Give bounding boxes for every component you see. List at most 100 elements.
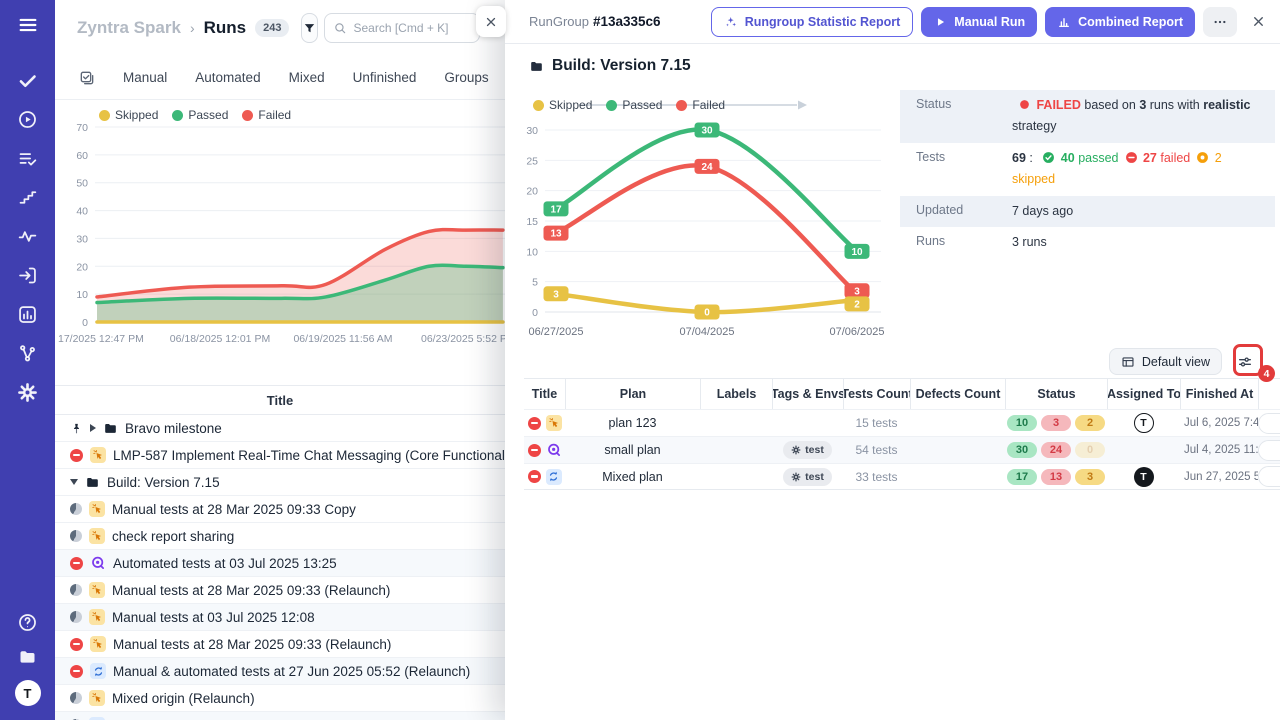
partial-status-icon [70,530,82,542]
legend-item-skipped: Skipped [533,98,592,112]
combined-report-button[interactable]: Combined Report [1045,7,1195,37]
sidebar-item-activity[interactable] [8,217,48,256]
sliders-icon [1237,354,1253,370]
column-header-assigned-to[interactable]: Assigned To [1107,379,1180,409]
row-actions-button[interactable] [1258,440,1280,461]
run-list-item[interactable]: Manual & automated tests at 27 Jun 2025 … [55,658,505,685]
sidebar-item-help-circle[interactable] [8,612,48,633]
rungroup-title: RunGroup#13a335c6 [529,14,661,29]
runs-count-badge: 243 [255,19,289,37]
partial-status-icon [70,611,82,623]
table-row[interactable]: Mixed plantest33 tests17133TJun 27, 2025… [524,463,1280,490]
detail-row-tests: Tests69 : 40 passed 27 failed 2 skipped [900,143,1275,196]
sidebar-item-branch[interactable] [8,334,48,373]
status-pill: 2 [1075,415,1105,431]
tab-manual[interactable]: Manual [123,70,167,85]
partial-status-icon [70,584,82,596]
select-all-icon[interactable] [79,70,95,86]
column-header-plan[interactable]: Plan [565,379,700,409]
run-list-item[interactable]: Manual tests at 28 Mar 2025 09:33 (Relau… [55,577,505,604]
partial-status-icon [70,692,82,704]
column-header-finished-at[interactable]: Finished At [1180,379,1258,409]
menu-button[interactable] [17,14,39,39]
failed-status-icon [70,557,83,570]
sidebar-item-steps[interactable] [8,178,48,217]
search-icon [333,21,347,35]
legend-dot [606,100,617,111]
sidebar-item-check[interactable] [8,61,48,100]
run-list-item[interactable]: Manual tests at 03 Jul 2025 12:08 [55,604,505,631]
sidebar-item-gear[interactable] [8,373,48,412]
drawer-close-x-button[interactable] [1251,14,1266,29]
caret-right-icon[interactable] [90,424,96,432]
gear-icon [17,382,38,403]
tag-pill: test [783,441,832,459]
search-box[interactable] [324,13,480,43]
caret-down-icon[interactable] [70,479,78,485]
sidebar-item-bar-chart[interactable] [8,295,48,334]
detail-label: Updated [900,202,1012,221]
tab-automated[interactable]: Automated [195,70,260,85]
column-header-tags-envs[interactable]: Tags & Envs [772,379,843,409]
status-pill: 30 [1007,442,1037,458]
tests-count-cell: 54 tests [843,443,910,457]
column-header-labels[interactable]: Labels [700,379,772,409]
column-header-tests-count[interactable]: Tests Count [843,379,910,409]
rungroup-statistic-report-button[interactable]: Rungroup Statistic Report [711,7,914,37]
svg-text:06/19/2025 11:56 AM: 06/19/2025 11:56 AM [293,333,392,345]
status-pill: 10 [1007,415,1037,431]
row-actions-button[interactable] [1258,413,1280,434]
breadcrumb-separator: › [190,20,195,36]
run-list-item[interactable]: check report sharing [55,523,505,550]
run-list-item[interactable]: Manual tests at 28 Mar 2025 09:33 Copy [55,496,505,523]
sidebar-item-play-circle[interactable] [8,100,48,139]
status-pill: 24 [1041,442,1071,458]
run-list-item[interactable]: Mixed origin (Relaunch) [55,685,505,712]
breadcrumb-page: Runs [204,18,247,38]
tab-mixed[interactable]: Mixed [289,70,325,85]
runs-tabs: ManualAutomatedMixedUnfinishedGroupstest… [55,56,525,100]
sidebar-item-import[interactable] [8,256,48,295]
failed-status-icon [528,444,541,457]
runs-header: Zyntra Spark › Runs 243 [55,0,505,56]
tab-unfinished[interactable]: Unfinished [353,70,417,85]
column-header-title[interactable]: Title [524,379,565,409]
user-avatar[interactable]: T [15,680,41,706]
column-header-status[interactable]: Status [1005,379,1107,409]
run-list-item[interactable] [55,712,505,720]
dot-red-icon [1018,98,1031,117]
drawer-close-button[interactable] [476,6,506,37]
svg-text:3: 3 [553,289,559,300]
run-list-item[interactable]: Automated tests at 03 Jul 2025 13:25 [55,550,505,577]
manual-run-icon [89,609,105,625]
run-list-item[interactable]: Bravo milestone [55,415,505,442]
tab-groups[interactable]: Groups [444,70,488,85]
table-row[interactable]: plan 12315 tests1032TJul 6, 2025 7:40 [524,409,1280,436]
legend-item-failed: Failed [242,108,291,122]
runs-table-header: TitlePlanLabelsTags & EnvsTests CountDef… [524,379,1280,409]
run-list-item[interactable]: LMP-587 Implement Real-Time Chat Messagi… [55,442,505,469]
table-row[interactable]: small plantest54 tests30240Jul 4, 2025 1… [524,436,1280,463]
run-list-item[interactable]: Build: Version 7.15 [55,469,505,496]
manual-run-button[interactable]: Manual Run [921,7,1037,37]
play-icon [933,15,947,29]
sidebar-item-folders[interactable] [8,646,48,667]
sidebar-item-list-check[interactable] [8,139,48,178]
svg-text:17/2025 12:47 PM: 17/2025 12:47 PM [58,333,144,345]
detail-label: Tests [900,149,1012,190]
run-list-item[interactable]: Manual tests at 28 Mar 2025 09:33 (Relau… [55,631,505,658]
column-header-defects-count[interactable]: Defects Count [910,379,1005,409]
more-options-button[interactable] [1203,7,1237,37]
search-input[interactable] [353,21,471,35]
pin-icon [70,422,83,435]
table-settings-button[interactable] [1234,351,1256,373]
filter-button[interactable] [301,13,318,43]
minus-red-icon [1125,151,1138,170]
svg-text:3: 3 [854,286,860,297]
import-icon [17,265,38,286]
breadcrumb-project[interactable]: Zyntra Spark [77,18,181,38]
tests-count-cell: 15 tests [843,416,910,430]
default-view-button[interactable]: Default view [1109,348,1222,375]
finished-at-cell: Jul 4, 2025 11:27 [1180,444,1258,456]
row-actions-button[interactable] [1258,466,1280,487]
